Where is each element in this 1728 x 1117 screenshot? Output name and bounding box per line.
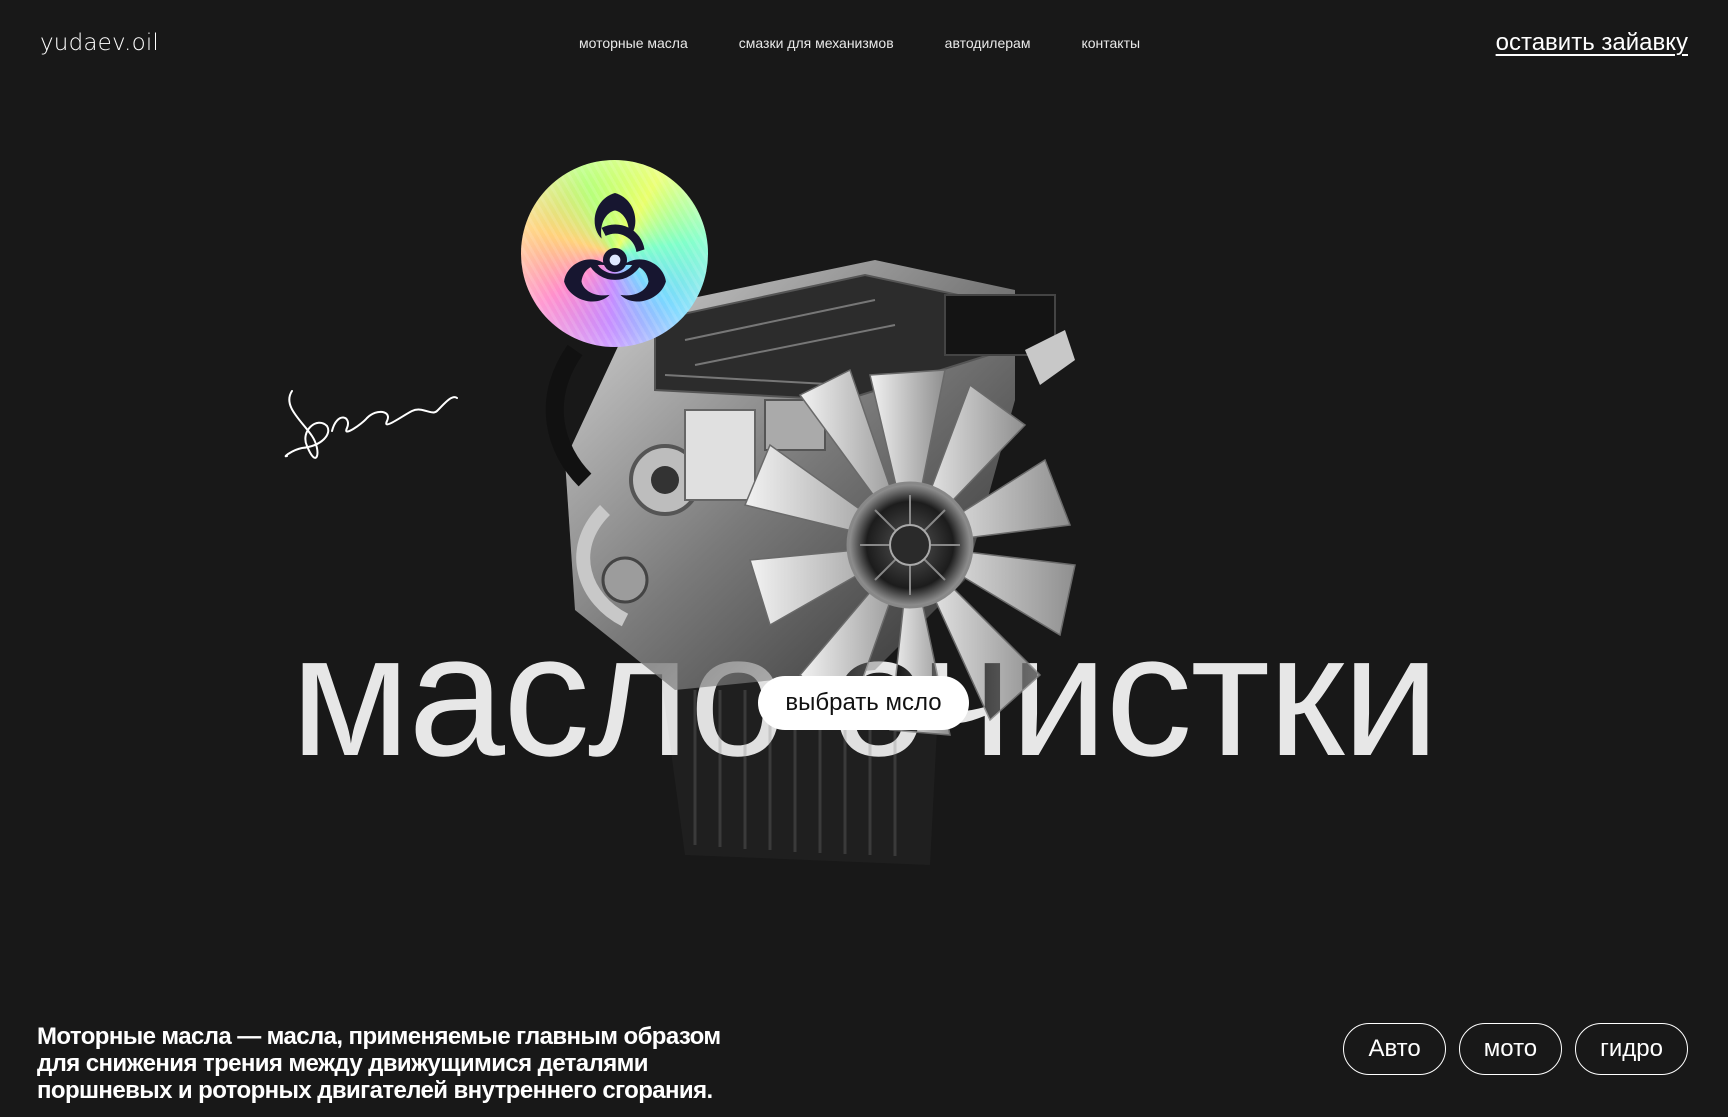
nav-item-dealers[interactable]: автодилерам bbox=[945, 35, 1031, 51]
nav-item-motor-oils[interactable]: моторные масла bbox=[579, 35, 688, 51]
nav-item-contacts[interactable]: контакты bbox=[1081, 35, 1140, 51]
leave-request-link[interactable]: оставить зайавку bbox=[1496, 29, 1688, 57]
choose-oil-button[interactable]: выбрать мсло bbox=[758, 676, 969, 730]
description-text: Моторные масла — масла, применяемые глав… bbox=[37, 1023, 721, 1104]
category-chips: Авто мото гидро bbox=[1343, 1023, 1688, 1075]
biohazard-icon bbox=[564, 193, 666, 302]
hologram-badge bbox=[521, 160, 708, 347]
chip-moto[interactable]: мото bbox=[1458, 1023, 1563, 1075]
chip-hydro[interactable]: гидро bbox=[1575, 1023, 1688, 1075]
nav-item-lubricants[interactable]: смазки для механизмов bbox=[739, 35, 894, 51]
site-header: yudaev.oil моторные масла смазки для мех… bbox=[0, 0, 1728, 90]
chip-auto[interactable]: Авто bbox=[1343, 1023, 1446, 1075]
main-nav: моторные масла смазки для механизмов авт… bbox=[579, 35, 1140, 51]
signature-icon bbox=[284, 390, 458, 459]
logo[interactable]: yudaev.oil bbox=[40, 30, 159, 56]
